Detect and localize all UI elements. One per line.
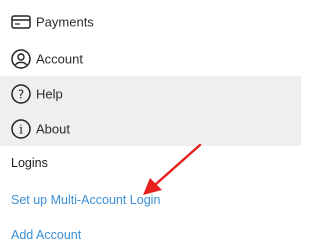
logins-section-title: Logins (11, 156, 48, 170)
user-circle-icon (10, 48, 32, 70)
menu-item-label: Payments (36, 14, 94, 29)
menu-item-about[interactable]: i About (0, 111, 301, 146)
menu-item-payments[interactable]: Payments (0, 4, 301, 39)
info-circle-icon: i (10, 118, 32, 140)
settings-panel: Payments Account ? Help i About Logins S… (0, 0, 301, 250)
menu-item-label: About (36, 121, 70, 136)
menu-item-label: Help (36, 86, 63, 101)
setup-multi-account-login-link[interactable]: Set up Multi-Account Login (11, 193, 160, 207)
menu-item-label: Account (36, 51, 83, 66)
question-circle-icon: ? (10, 83, 32, 105)
svg-text:i: i (19, 122, 23, 136)
credit-card-icon (10, 11, 32, 33)
add-account-link[interactable]: Add Account (11, 228, 81, 242)
menu-item-account[interactable]: Account (0, 41, 301, 76)
menu-item-help[interactable]: ? Help (0, 76, 301, 111)
svg-text:?: ? (18, 87, 24, 101)
